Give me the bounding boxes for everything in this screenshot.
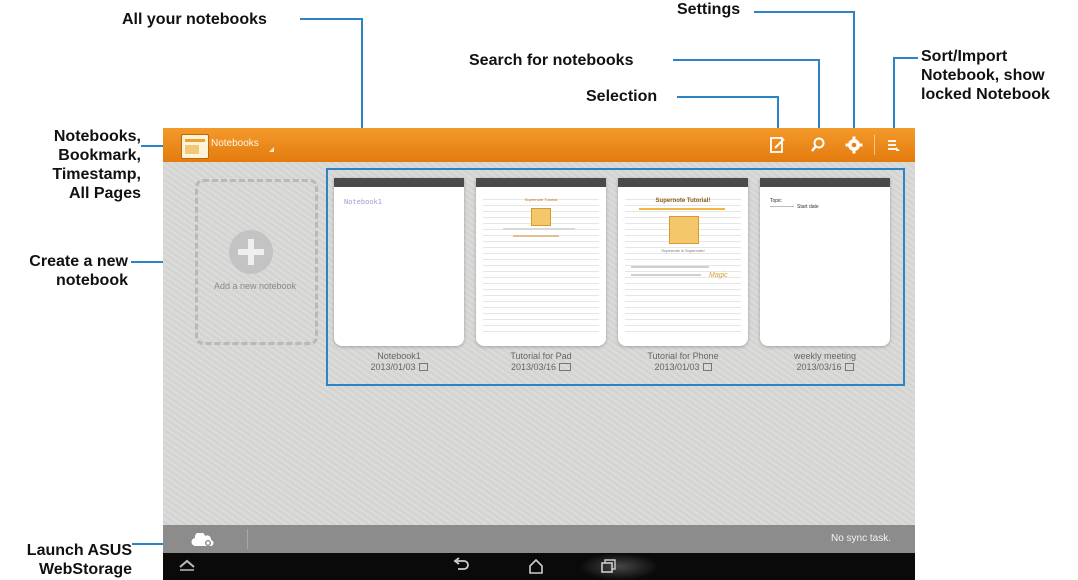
home-icon[interactable]: [524, 557, 548, 580]
notebook-thumbnail: Supernote Tutorial! Supernote is Superno…: [625, 194, 741, 334]
notebook-name: Tutorial for Pad: [510, 351, 572, 361]
notebook-thumbnail: Topic Start date: [770, 198, 819, 210]
recent-apps-icon[interactable]: [596, 557, 620, 580]
notebook-name: Tutorial for Phone: [647, 351, 719, 361]
notebook-date: 2013/01/03: [618, 362, 748, 372]
annotation-search: Search for notebooks: [469, 52, 634, 69]
notebook-thumbnail: Supernote Tutorial: [483, 194, 599, 334]
selection-icon[interactable]: [769, 136, 787, 154]
add-notebook-label: Add a new notebook: [213, 281, 297, 291]
page-type-icon: [844, 363, 854, 371]
toolbar-divider: [874, 135, 875, 155]
notebook-app-icon[interactable]: [181, 134, 209, 159]
notebook-date: 2013/03/16: [760, 362, 890, 372]
notebook-card[interactable]: Supernote Tutorial: [476, 178, 606, 346]
settings-icon[interactable]: [845, 136, 863, 154]
notebook-name: Notebook1: [377, 351, 421, 361]
back-icon[interactable]: [449, 557, 473, 578]
notebooks-dropdown[interactable]: Notebooks: [211, 138, 259, 149]
status-divider: [247, 529, 248, 549]
leader-line: [673, 59, 820, 61]
annotation-create-new: Create a new notebook: [29, 253, 128, 289]
page-type-icon: [559, 363, 572, 371]
tablet-screen: Notebooks Add a new notebook Notebook1 N…: [163, 128, 915, 580]
leader-line: [894, 57, 918, 59]
annotation-selection: Selection: [586, 88, 658, 105]
annotation-launch-storage: Launch ASUS WebStorage: [26, 542, 132, 578]
leader-line: [677, 96, 779, 98]
annotation-settings: Settings: [677, 1, 741, 18]
notebook-name: weekly meeting: [793, 351, 857, 361]
notebook-date: 2013/01/03: [334, 362, 464, 372]
annotation-sort-import: Sort/Import Notebook, show locked Notebo…: [921, 48, 1050, 103]
notebook-date: 2013/03/16: [476, 362, 606, 372]
page-type-icon: [702, 363, 712, 371]
action-bar: Notebooks: [163, 128, 915, 162]
notebook-thumbnail: Notebook1: [344, 198, 382, 206]
leader-line: [853, 11, 855, 133]
notebook-card[interactable]: Supernote Tutorial! Supernote is Superno…: [618, 178, 748, 346]
search-icon[interactable]: [809, 136, 827, 154]
webstorage-cloud-icon[interactable]: [191, 531, 215, 547]
leader-line: [818, 59, 820, 133]
collapse-icon[interactable]: [175, 557, 199, 576]
notebook-card[interactable]: Notebook1: [334, 178, 464, 346]
sync-status-bar: No sync task.: [163, 525, 915, 553]
page-type-icon: [418, 363, 428, 371]
sync-status-text: No sync task.: [830, 533, 891, 544]
system-nav-bar: [163, 553, 915, 580]
annotation-notebooks-menu: Notebooks, Bookmark, Timestamp, All Page…: [52, 128, 141, 202]
add-plus-icon[interactable]: [229, 230, 273, 274]
sort-menu-icon[interactable]: [884, 136, 902, 154]
leader-line: [754, 11, 855, 13]
leader-line: [300, 18, 362, 20]
annotation-all-notebooks: All your notebooks: [122, 11, 267, 28]
notebook-card[interactable]: Topic Start date: [760, 178, 890, 346]
leader-line: [893, 57, 895, 133]
dropdown-caret-icon: [269, 147, 274, 152]
